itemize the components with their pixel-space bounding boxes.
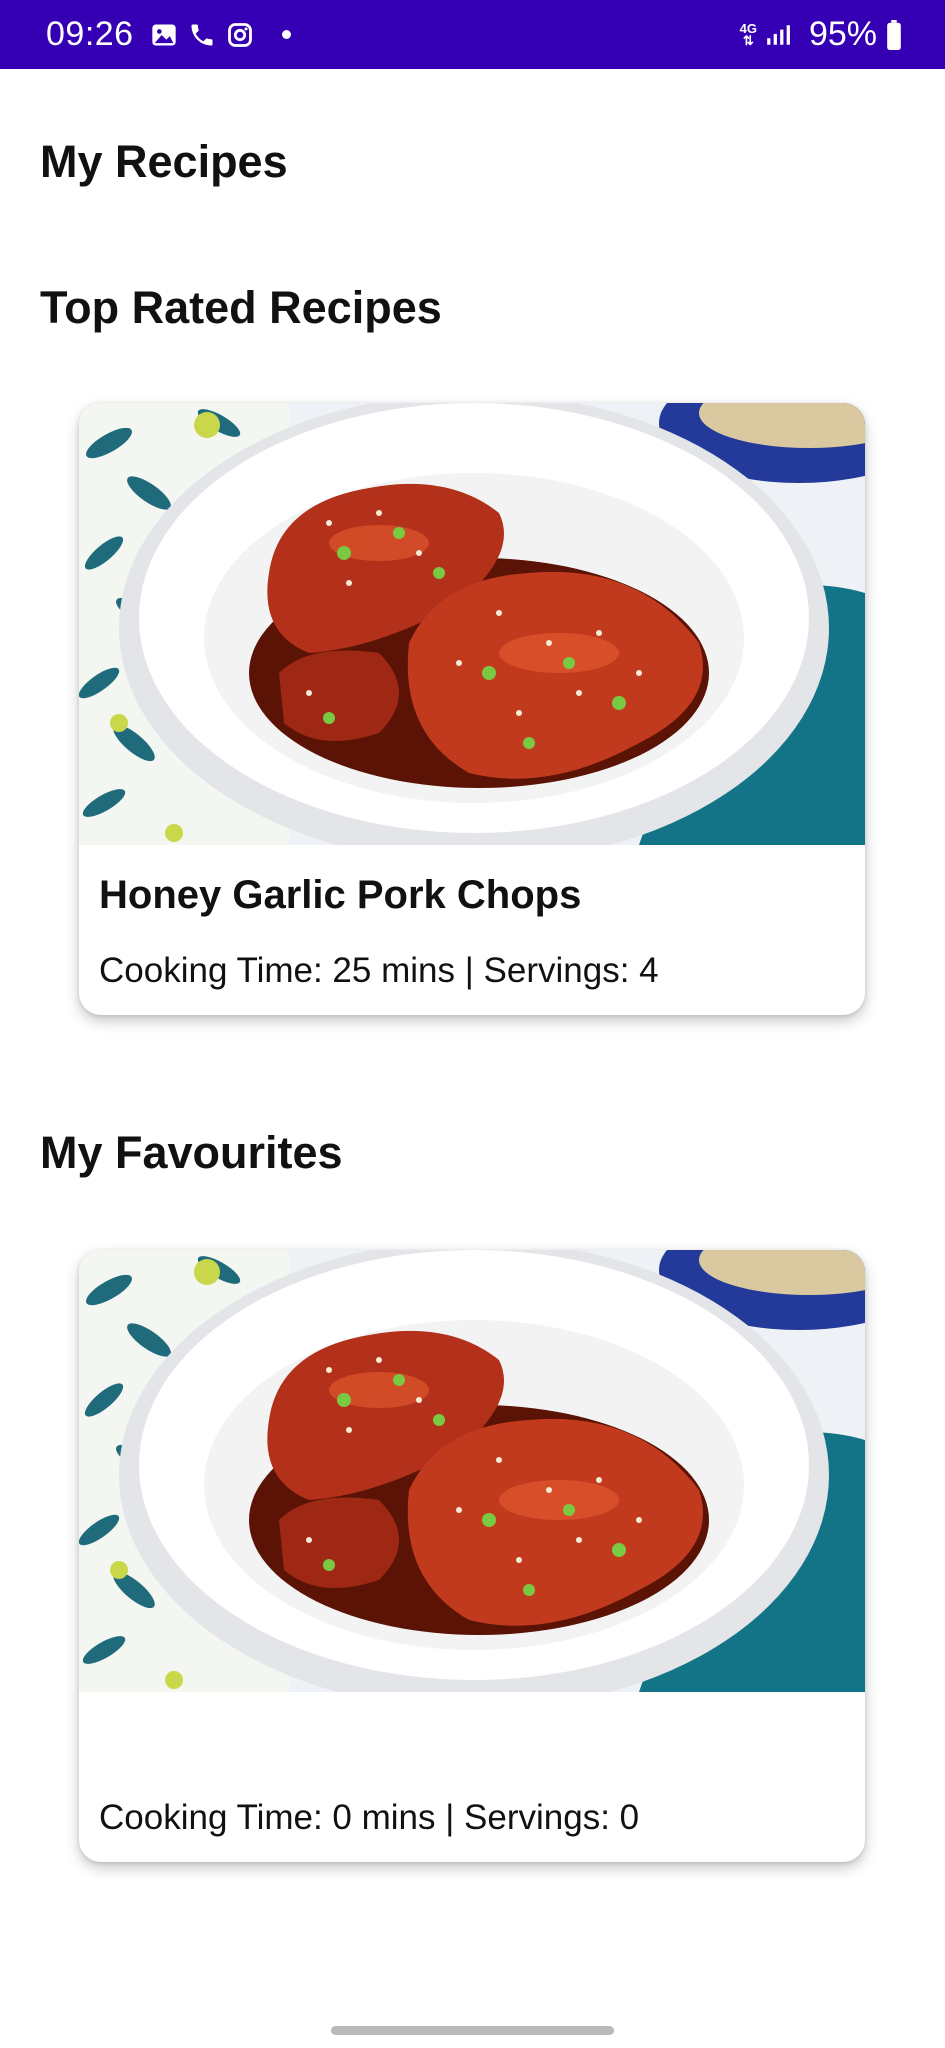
- status-bar-right: 4G ⇅ 95%: [740, 15, 913, 54]
- battery-percent: 95%: [808, 15, 877, 53]
- status-bar-left: 09:26: [46, 15, 291, 54]
- network-type: 4G ⇅: [739, 20, 757, 48]
- recipe-meta: Cooking Time: 25 mins | Servings: 4: [99, 951, 659, 990]
- signal-icon: [765, 22, 791, 48]
- recipe-title: Honey Garlic Pork Chops: [99, 873, 582, 917]
- network-label: 4G: [739, 20, 757, 36]
- clock: 09:26: [46, 15, 134, 53]
- recipe-card-top-rated[interactable]: Honey Garlic Pork Chops Cooking Time: 25…: [79, 403, 865, 1015]
- recipe-image: [79, 1250, 865, 1692]
- phone-icon: [188, 21, 216, 49]
- recipe-image: [79, 403, 865, 845]
- recipe-card-favourite[interactable]: Cooking Time: 0 mins | Servings: 0: [79, 1250, 865, 1862]
- instagram-icon: [226, 21, 254, 49]
- page-title: My Recipes: [40, 136, 288, 187]
- battery-icon: [885, 19, 903, 50]
- gallery-icon: [150, 21, 178, 49]
- recipe-meta: Cooking Time: 0 mins | Servings: 0: [99, 1798, 640, 1837]
- notification-dot-icon: [281, 30, 291, 39]
- home-indicator[interactable]: [331, 2026, 614, 2035]
- section-title-top-rated: Top Rated Recipes: [40, 282, 442, 333]
- section-title-favourites: My Favourites: [40, 1127, 343, 1178]
- status-bar: 09:26 4G ⇅ 95%: [0, 0, 945, 69]
